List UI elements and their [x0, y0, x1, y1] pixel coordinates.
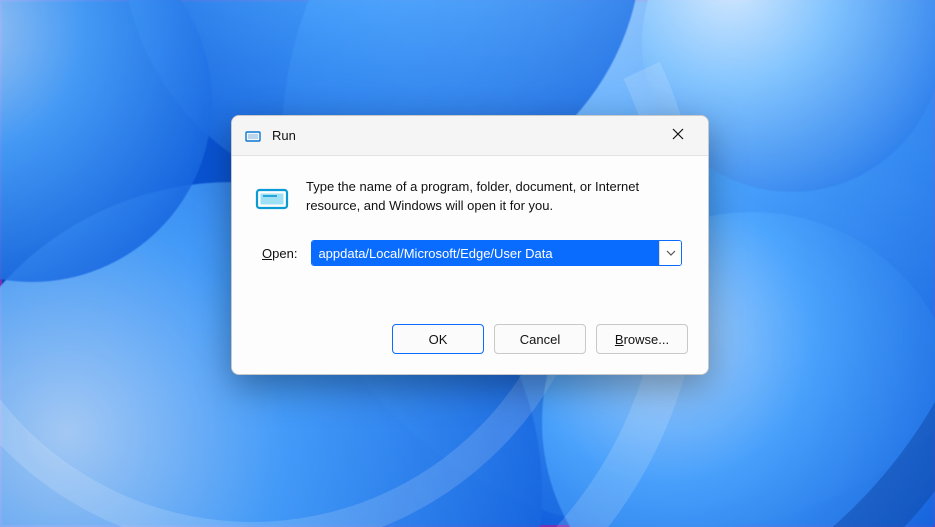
cancel-button[interactable]: Cancel	[494, 324, 586, 354]
ok-button[interactable]: OK	[392, 324, 484, 354]
dialog-description: Type the name of a program, folder, docu…	[306, 178, 682, 216]
run-dialog: Run Type the name of a program,	[231, 115, 709, 375]
close-button[interactable]	[654, 116, 702, 156]
spacer	[232, 274, 708, 312]
close-icon	[672, 127, 684, 144]
browse-button[interactable]: Browse...	[596, 324, 688, 354]
open-row: Open:	[232, 234, 708, 274]
titlebar[interactable]: Run	[232, 116, 708, 156]
dialog-body: Type the name of a program, folder, docu…	[232, 156, 708, 234]
open-label: Open:	[262, 246, 297, 261]
dialog-title: Run	[272, 128, 296, 143]
open-input[interactable]	[312, 241, 659, 265]
chevron-down-icon[interactable]	[659, 241, 681, 265]
open-combobox[interactable]	[311, 240, 682, 266]
run-icon	[254, 180, 290, 216]
desktop-wallpaper: Run Type the name of a program,	[0, 0, 935, 527]
button-row: OK Cancel Browse...	[232, 312, 708, 374]
run-titlebar-icon	[244, 127, 262, 145]
